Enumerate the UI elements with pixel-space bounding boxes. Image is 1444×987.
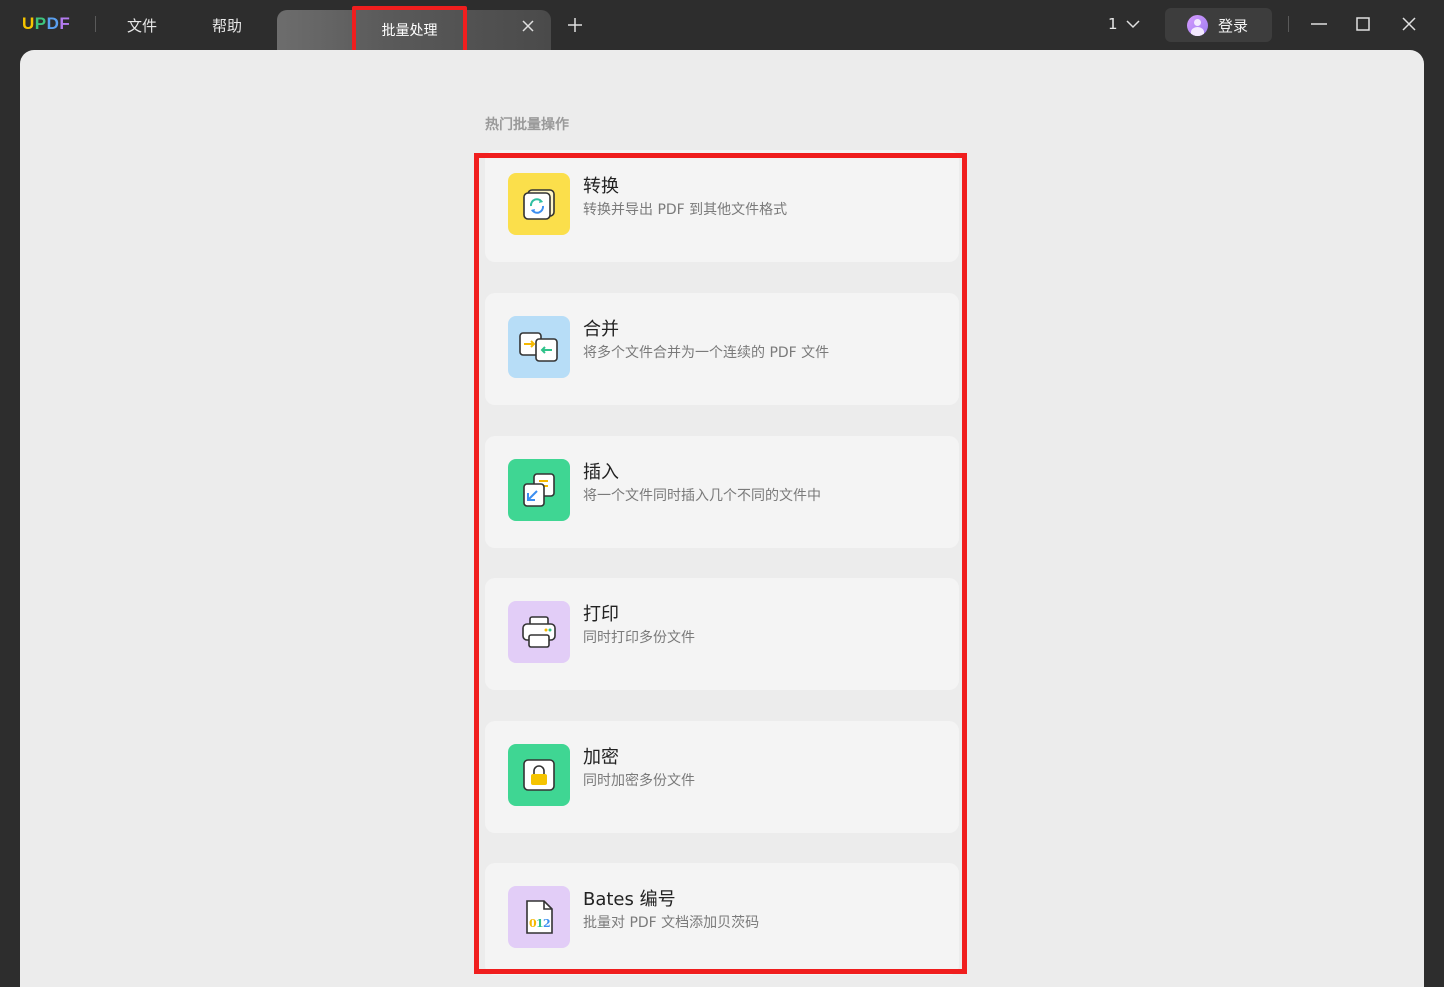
title-bar: UPDF 文件 帮助 批量处理 1 登录 (0, 0, 1444, 54)
logo-letter: F (59, 14, 71, 33)
menu-file[interactable]: 文件 (127, 15, 157, 36)
avatar (1187, 14, 1208, 36)
logo-letter: U (22, 14, 35, 33)
menu-help[interactable]: 帮助 (212, 15, 242, 36)
tab-batch-label[interactable]: 批量处理 (352, 6, 467, 54)
login-button[interactable]: 登录 (1165, 8, 1272, 42)
logo-letter: D (46, 14, 60, 33)
close-window-icon[interactable] (1398, 13, 1420, 35)
add-tab-button[interactable] (564, 16, 586, 38)
divider (95, 16, 96, 32)
minimize-icon[interactable] (1308, 13, 1330, 35)
login-label: 登录 (1218, 16, 1249, 35)
maximize-icon[interactable] (1352, 13, 1374, 35)
app-logo: UPDF (22, 14, 70, 34)
divider (1288, 16, 1289, 32)
section-title: 热门批量操作 (485, 117, 569, 133)
highlight-frame (474, 153, 967, 974)
close-icon[interactable] (519, 19, 537, 37)
logo-letter: P (34, 14, 47, 33)
page-selector[interactable]: 1 (1108, 15, 1140, 33)
chevron-down-icon (1126, 15, 1140, 33)
page-number: 1 (1108, 15, 1118, 33)
